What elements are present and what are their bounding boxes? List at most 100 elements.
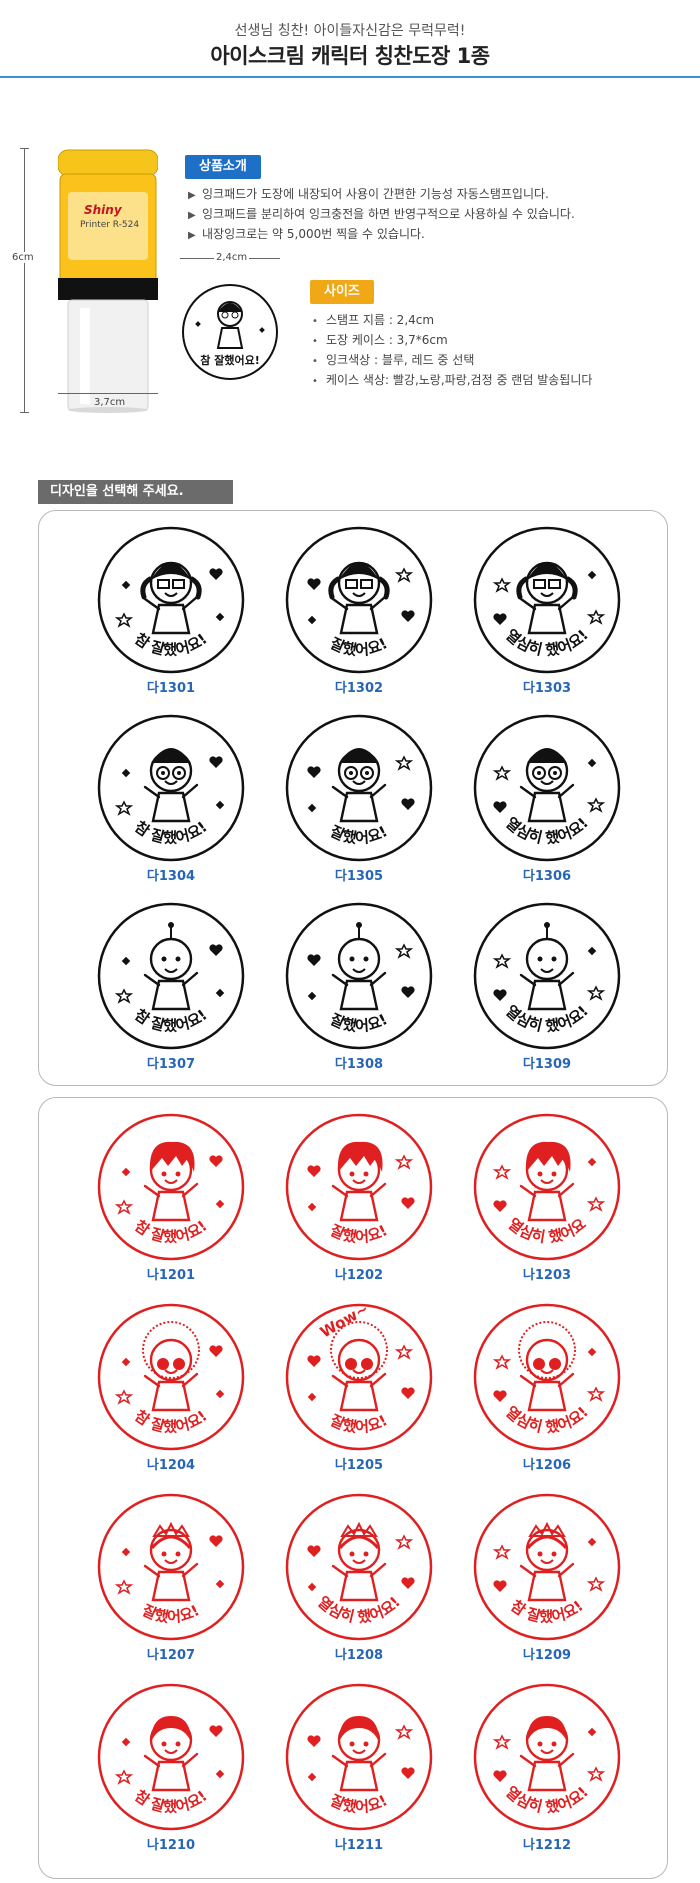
alien-flags-icon: 열심히 했어요! bbox=[473, 902, 621, 1050]
model-name: Printer R-524 bbox=[80, 220, 140, 230]
stamp-code: 나1202 bbox=[334, 1268, 384, 1283]
triangle-bullet-icon: ▶ bbox=[188, 210, 196, 221]
stamp-code: 나1211 bbox=[334, 1838, 384, 1853]
stamp-code: 나1204 bbox=[146, 1458, 196, 1473]
boy-heart-eyes-icon: 잘했어요! bbox=[285, 714, 433, 862]
page-header: 선생님 칭찬! 아이들자신감은 무럭무럭! 아이스크림 캐릭터 칭찬도장 1종 bbox=[0, 0, 700, 80]
intro-item: ▶ 내장잉크로는 약 5,000번 찍을 수 있습니다. bbox=[188, 224, 575, 244]
size-label: 사이즈 bbox=[310, 280, 374, 304]
header-subtitle: 선생님 칭찬! 아이들자신감은 무럭무럭! bbox=[234, 23, 466, 39]
stamp-option[interactable]: 잘했어요! 다1305 bbox=[279, 713, 439, 895]
stamp-option[interactable]: 참 잘했어요! 다1304 bbox=[91, 713, 251, 895]
princess-wink-icon: 잘했어요! bbox=[97, 1493, 245, 1641]
size-item-text: 잉크색상 : 블루, 레드 중 선택 bbox=[326, 353, 475, 367]
size-item-text: 스탬프 지름 : 2,4cm bbox=[326, 313, 435, 327]
page-title: 아이스크림 캐릭터 칭찬도장 1종 bbox=[210, 44, 490, 68]
stamp-code: 나1205 bbox=[334, 1458, 384, 1473]
stamp-code: 나1209 bbox=[522, 1648, 572, 1663]
height-dimension-cap-bottom bbox=[20, 412, 29, 413]
afro-thumbsup-icon: 참 잘했어요! bbox=[97, 1303, 245, 1451]
girl-glasses-stars-icon: 열심히 했어요! bbox=[473, 526, 621, 674]
stamp-code: 나1203 bbox=[522, 1268, 572, 1283]
brand-logo: Shiny bbox=[84, 203, 122, 217]
boy-spiral-eyes-bee-icon: 열심히 했어요! bbox=[473, 714, 621, 862]
princess-heart-icon: 참 잘했어요! bbox=[473, 1493, 621, 1641]
stamp-option[interactable]: 열심히 했어요나1203 bbox=[467, 1112, 627, 1296]
intro-item-text: 잉크패드가 도장에 내장되어 사용이 간편한 기능성 자동스탬프입니다. bbox=[202, 187, 549, 201]
stamp-option[interactable]: 열심히 했어요! 나1206 bbox=[467, 1302, 627, 1486]
size-item-text: 케이스 색상: 빨강,노랑,파랑,검정 중 랜덤 발송됩니다 bbox=[326, 373, 593, 387]
triangle-bullet-icon: ▶ bbox=[188, 230, 196, 241]
girl-cheerleader-icon: 열심히 했어요! bbox=[473, 1683, 621, 1831]
width-label: 3,7cm bbox=[94, 397, 126, 408]
size-item-text: 도장 케이스 : 3,7*6cm bbox=[326, 333, 448, 347]
stamp-option[interactable]: 잘했어요! 나1207 bbox=[91, 1492, 251, 1676]
height-dimension-cap-top bbox=[20, 148, 29, 149]
princess-harp-icon: 열심히 했어요! bbox=[285, 1493, 433, 1641]
stamp-option[interactable]: 잘했어요! 다1302 bbox=[279, 525, 439, 707]
header-divider bbox=[0, 76, 700, 78]
sample-stamp-text: 참 잘했어요! bbox=[200, 354, 260, 367]
girl-glasses-fist-icon: 참 잘했어요! bbox=[97, 526, 245, 674]
intro-item: ▶ 잉크패드를 분리하여 잉크충전을 하면 반영구적으로 사용하실 수 있습니다. bbox=[188, 204, 575, 224]
stamp-option[interactable]: 열심히 했어요! 다1309 bbox=[467, 901, 627, 1083]
size-item: • 케이스 색상: 빨강,노랑,파랑,검정 중 랜덤 발송됩니다 bbox=[312, 370, 592, 390]
stamp-option[interactable]: 열심히 했어요! 다1306 bbox=[467, 713, 627, 895]
stamp-code: 다1302 bbox=[334, 681, 384, 696]
stamp-code: 나1207 bbox=[146, 1648, 196, 1663]
height-dimension-line bbox=[24, 148, 25, 413]
boy-dancing-icon: 잘했어요! bbox=[285, 1113, 433, 1261]
diameter-label: 2,4cm bbox=[214, 252, 250, 263]
stamp-option[interactable]: 잘했어요! Wow~ 나1205 bbox=[279, 1302, 439, 1486]
intro-item-text: 내장잉크로는 약 5,000번 찍을 수 있습니다. bbox=[202, 227, 425, 241]
stamp-code: 나1206 bbox=[522, 1458, 572, 1473]
design-select-label: 디자인을 선택해 주세요. bbox=[38, 480, 233, 504]
intro-list: ▶ 잉크패드가 도장에 내장되어 사용이 간편한 기능성 자동스탬프입니다. ▶ 잉… bbox=[188, 184, 575, 244]
stamp-option[interactable]: 참 잘했어요! 나1210 bbox=[91, 1682, 251, 1866]
stamp-option[interactable]: 참 잘했어요! 나1204 bbox=[91, 1302, 251, 1486]
stamp-option[interactable]: 참 잘했어요! 다1307 bbox=[91, 901, 251, 1083]
stamp-code: 나1201 bbox=[146, 1268, 196, 1283]
stamp-option[interactable]: 잘했어요! 다1308 bbox=[279, 901, 439, 1083]
boy-victory-sign-icon: 참 잘했어요! bbox=[97, 1113, 245, 1261]
stamp-option[interactable]: 열심히 했어요! 다1303 bbox=[467, 525, 627, 707]
intro-label: 상품소개 bbox=[185, 155, 261, 179]
girl-thumbsup-icon: 참 잘했어요! bbox=[97, 1683, 245, 1831]
width-dimension-line bbox=[58, 393, 158, 394]
dot-bullet-icon: • bbox=[312, 356, 318, 367]
stamp-option[interactable]: 참 잘했어요! 다1301 bbox=[91, 525, 251, 707]
size-item: • 스탬프 지름 : 2,4cm bbox=[312, 310, 592, 330]
afro-singing-icon: 열심히 했어요! bbox=[473, 1303, 621, 1451]
dot-bullet-icon: • bbox=[312, 316, 318, 327]
stamp-code: 다1309 bbox=[522, 1057, 572, 1072]
stamp-option[interactable]: 참 잘했어요! 나1201 bbox=[91, 1112, 251, 1296]
size-item: • 도장 케이스 : 3,7*6cm bbox=[312, 330, 592, 350]
boy-headphones-icon: 열심히 했어요 bbox=[473, 1113, 621, 1261]
stamp-option[interactable]: 열심히 했어요! 나1212 bbox=[467, 1682, 627, 1866]
red-stamp-panel: 참 잘했어요! 나1201 잘했어요! 나1202 열심히 했어요나1203 참 잘했어요… bbox=[38, 1097, 668, 1879]
stamp-code: 다1305 bbox=[334, 869, 384, 884]
black-stamp-panel: 참 잘했어요! 다1301 잘했어요! 다1302 열심히 했어요! 다1303 참 잘했어… bbox=[38, 510, 668, 1086]
stamp-code: 다1303 bbox=[522, 681, 572, 696]
stamp-code: 다1304 bbox=[146, 869, 196, 884]
intro-item-text: 잉크패드를 분리하여 잉크충전을 하면 반영구적으로 사용하실 수 있습니다. bbox=[202, 207, 575, 221]
stamp-code: 다1306 bbox=[522, 869, 572, 884]
stamp-option[interactable]: 열심히 했어요! 나1208 bbox=[279, 1492, 439, 1676]
stamp-code: 나1208 bbox=[334, 1648, 384, 1663]
alien-antenna-icon: 잘했어요! bbox=[285, 902, 433, 1050]
self-inking-stamp-icon bbox=[58, 149, 158, 413]
stamp-code: 나1212 bbox=[522, 1838, 572, 1853]
dot-bullet-icon: • bbox=[312, 376, 318, 387]
stamp-option[interactable]: 참 잘했어요! 나1209 bbox=[467, 1492, 627, 1676]
stamp-code: 다1301 bbox=[146, 681, 196, 696]
ghost-trophy-icon: 참 잘했어요! bbox=[97, 902, 245, 1050]
size-item: • 잉크색상 : 블루, 레드 중 선택 bbox=[312, 350, 592, 370]
intro-item: ▶ 잉크패드가 도장에 내장되어 사용이 간편한 기능성 자동스탬프입니다. bbox=[188, 184, 575, 204]
height-label: 6cm bbox=[12, 252, 34, 263]
girl-glasses-hearts-icon: 잘했어요! bbox=[285, 526, 433, 674]
stamp-option[interactable]: 잘했어요! 나1211 bbox=[279, 1682, 439, 1866]
dot-bullet-icon: • bbox=[312, 336, 318, 347]
size-list: • 스탬프 지름 : 2,4cm • 도장 케이스 : 3,7*6cm • 잉크색상 … bbox=[312, 310, 592, 390]
stamp-code: 다1307 bbox=[146, 1057, 196, 1072]
stamp-option[interactable]: 잘했어요! 나1202 bbox=[279, 1112, 439, 1296]
